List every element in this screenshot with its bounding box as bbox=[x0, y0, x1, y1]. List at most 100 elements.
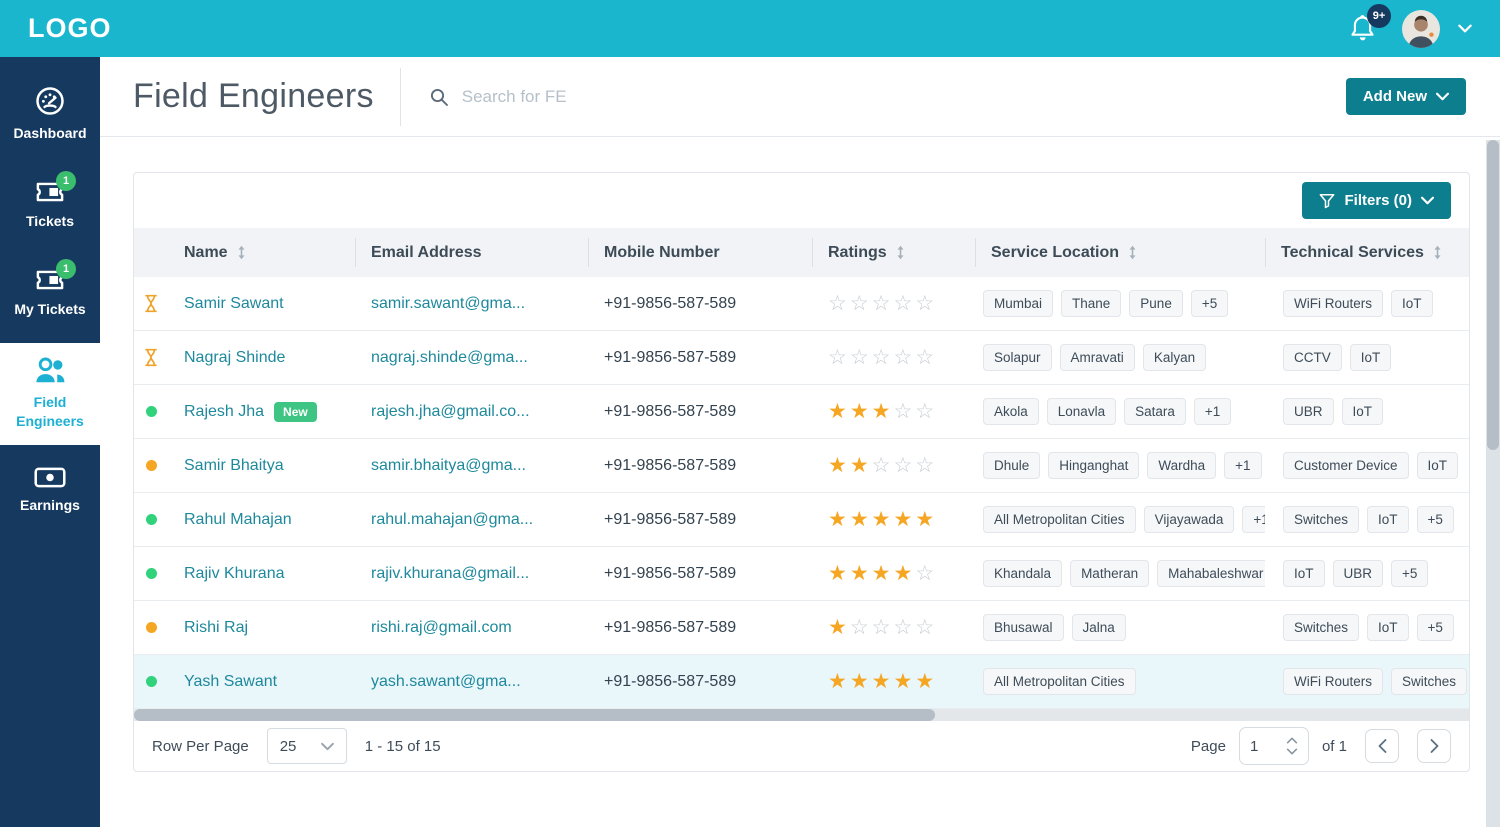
engineer-name-link[interactable]: Samir Bhaitya bbox=[184, 457, 284, 475]
star-empty-icon: ☆ bbox=[915, 347, 938, 368]
column-header-technical-services[interactable]: Technical Services bbox=[1265, 228, 1469, 277]
location-chip: Khandala bbox=[983, 560, 1063, 587]
page-number-field[interactable] bbox=[1249, 737, 1276, 755]
location-chip: Dhule bbox=[983, 452, 1041, 479]
sidebar-item-label: Field Engineers bbox=[16, 393, 84, 429]
sidebar-item-field-engineers[interactable]: Field Engineers bbox=[0, 342, 100, 446]
rating-stars: ★☆☆☆☆ bbox=[828, 617, 937, 638]
rating-stars: ☆☆☆☆☆ bbox=[828, 293, 937, 314]
rows-per-page-select[interactable]: 25 bbox=[266, 728, 347, 764]
service-chip[interactable]: +5 bbox=[1416, 506, 1454, 533]
table-row-rajesh-jha[interactable]: Rajesh Jha New rajesh.jha@gmail.co... +91-9… bbox=[134, 385, 1469, 439]
pending-hourglass-icon bbox=[144, 348, 158, 367]
next-page-button[interactable] bbox=[1417, 729, 1451, 763]
location-chip: Jalna bbox=[1071, 614, 1126, 641]
count-badge: 1 bbox=[56, 170, 76, 191]
location-chip: Solapur bbox=[983, 344, 1052, 371]
notifications-button[interactable]: 9+ bbox=[1349, 4, 1391, 43]
horizontal-scrollbar[interactable] bbox=[134, 709, 1469, 721]
sidebar-item-earnings[interactable]: Earnings bbox=[0, 454, 100, 530]
star-filled-icon: ★ bbox=[893, 563, 916, 584]
avatar[interactable] bbox=[1402, 9, 1440, 48]
engineer-name-link[interactable]: Samir Sawant bbox=[184, 295, 284, 313]
engineer-email-link[interactable]: yash.sawant@gma... bbox=[371, 673, 521, 691]
engineer-email-link[interactable]: samir.sawant@gma... bbox=[371, 295, 525, 313]
vertical-scrollbar-thumb[interactable] bbox=[1487, 140, 1499, 450]
engineer-email-link[interactable]: rahul.mahajan@gma... bbox=[371, 511, 533, 529]
column-header-service-location[interactable]: Service Location bbox=[975, 228, 1265, 277]
table-row-nagraj-shinde[interactable]: Nagraj Shinde nagraj.shinde@gma... +91-985… bbox=[134, 331, 1469, 385]
page-number-input bbox=[1238, 727, 1309, 765]
search-input[interactable] bbox=[461, 86, 882, 107]
table-row-rahul-mahajan[interactable]: Rahul Mahajan rahul.mahajan@gma... +91-985… bbox=[134, 493, 1469, 547]
sidebar-item-tickets[interactable]: 1 Tickets bbox=[0, 167, 100, 246]
star-filled-icon: ★ bbox=[893, 509, 916, 530]
column-header-ratings[interactable]: Ratings bbox=[812, 228, 975, 277]
mobile-number: +91-9856-587-589 bbox=[604, 456, 737, 474]
engineer-name-link[interactable]: Rahul Mahajan bbox=[184, 511, 292, 529]
engineer-name-link[interactable]: Yash Sawant bbox=[184, 673, 277, 691]
location-chip: Hinganghat bbox=[1048, 452, 1140, 479]
engineer-email-link[interactable]: rishi.raj@gmail.com bbox=[371, 619, 512, 637]
rating-stars: ★★★★☆ bbox=[828, 563, 937, 584]
chevron-down-icon bbox=[1286, 748, 1298, 755]
table-toolbar: Filters (0) bbox=[134, 173, 1469, 228]
rating-stars: ★★★★★ bbox=[828, 509, 937, 530]
service-locations: Khandala Matheran Mahabaleshwar bbox=[983, 560, 1265, 587]
service-chip[interactable]: +5 bbox=[1391, 560, 1429, 587]
column-header-name[interactable]: Name bbox=[168, 228, 355, 277]
engineer-email-link[interactable]: rajesh.jha@gmail.co... bbox=[371, 403, 530, 421]
previous-page-button[interactable] bbox=[1365, 729, 1399, 763]
location-chip[interactable]: +1 bbox=[1193, 398, 1232, 425]
engineer-email-link[interactable]: nagraj.shinde@gma... bbox=[371, 349, 528, 367]
star-filled-icon: ★ bbox=[871, 671, 894, 692]
service-chip: IoT bbox=[1349, 344, 1392, 371]
notification-count-badge: 9+ bbox=[1367, 4, 1391, 28]
add-new-button[interactable]: Add New bbox=[1345, 78, 1466, 115]
star-empty-icon: ☆ bbox=[893, 455, 916, 476]
service-chip: Switches bbox=[1391, 668, 1468, 695]
filters-button[interactable]: Filters (0) bbox=[1302, 182, 1451, 219]
engineer-name-link[interactable]: Rishi Raj bbox=[184, 619, 248, 637]
engineer-name-link[interactable]: Rajesh Jha bbox=[184, 403, 264, 421]
star-filled-icon: ★ bbox=[871, 509, 894, 530]
service-chip[interactable]: +5 bbox=[1416, 614, 1454, 641]
table-row-rishi-raj[interactable]: Rishi Raj rishi.raj@gmail.com +91-9856-587… bbox=[134, 601, 1469, 655]
table-row-samir-sawant[interactable]: Samir Sawant samir.sawant@gma... +91-9856-… bbox=[134, 277, 1469, 331]
engineer-name-link[interactable]: Rajiv Khurana bbox=[184, 565, 285, 583]
add-new-label: Add New bbox=[1362, 88, 1427, 105]
location-chip[interactable]: +1 bbox=[1242, 506, 1265, 533]
horizontal-scrollbar-thumb[interactable] bbox=[134, 709, 935, 721]
star-empty-icon: ☆ bbox=[893, 401, 916, 422]
top-bar: LOGO 9+ bbox=[0, 0, 1500, 57]
table-row-rajiv-khurana[interactable]: Rajiv Khurana rajiv.khurana@gmail... +91-9… bbox=[134, 547, 1469, 601]
mobile-number: +91-9856-587-589 bbox=[604, 294, 737, 312]
of-total-text: of 1 bbox=[1321, 737, 1347, 755]
sidebar-item-dashboard[interactable]: Dashboard bbox=[0, 73, 100, 158]
star-filled-icon: ★ bbox=[893, 671, 916, 692]
rows-per-page-label: Row Per Page bbox=[152, 737, 249, 755]
service-locations: Bhusawal Jalna bbox=[983, 614, 1126, 641]
technical-services: UBR IoT bbox=[1283, 398, 1384, 425]
table-row-yash-sawant[interactable]: Yash Sawant yash.sawant@gma... +91-9856-58… bbox=[134, 655, 1469, 709]
engineer-email-link[interactable]: rajiv.khurana@gmail... bbox=[371, 565, 529, 583]
location-chip[interactable]: +1 bbox=[1224, 452, 1262, 479]
technical-services: Customer Device IoT bbox=[1283, 452, 1459, 479]
chevron-up-icon bbox=[1286, 737, 1298, 744]
column-label: Name bbox=[184, 243, 228, 261]
status-dot-icon bbox=[145, 676, 157, 687]
mobile-number: +91-9856-587-589 bbox=[604, 672, 737, 690]
engineer-email-link[interactable]: samir.bhaitya@gma... bbox=[371, 457, 526, 475]
engineer-name-link[interactable]: Nagraj Shinde bbox=[184, 349, 285, 367]
sort-icon bbox=[1128, 245, 1137, 260]
column-label: Email Address bbox=[371, 243, 482, 261]
star-filled-icon: ★ bbox=[828, 617, 850, 638]
vertical-scrollbar[interactable] bbox=[1486, 140, 1500, 827]
sidebar: Dashboard 1 Tickets 1 My Tickets Field Engine… bbox=[0, 57, 100, 827]
profile-chevron-down-icon[interactable] bbox=[1458, 24, 1472, 33]
table-row-samir-bhaitya[interactable]: Samir Bhaitya samir.bhaitya@gma... +91-985… bbox=[134, 439, 1469, 493]
sidebar-item-my-tickets[interactable]: 1 My Tickets bbox=[0, 255, 100, 334]
location-chip[interactable]: +5 bbox=[1190, 290, 1229, 317]
page-number-stepper[interactable] bbox=[1286, 737, 1298, 755]
column-label: Mobile Number bbox=[604, 243, 720, 261]
